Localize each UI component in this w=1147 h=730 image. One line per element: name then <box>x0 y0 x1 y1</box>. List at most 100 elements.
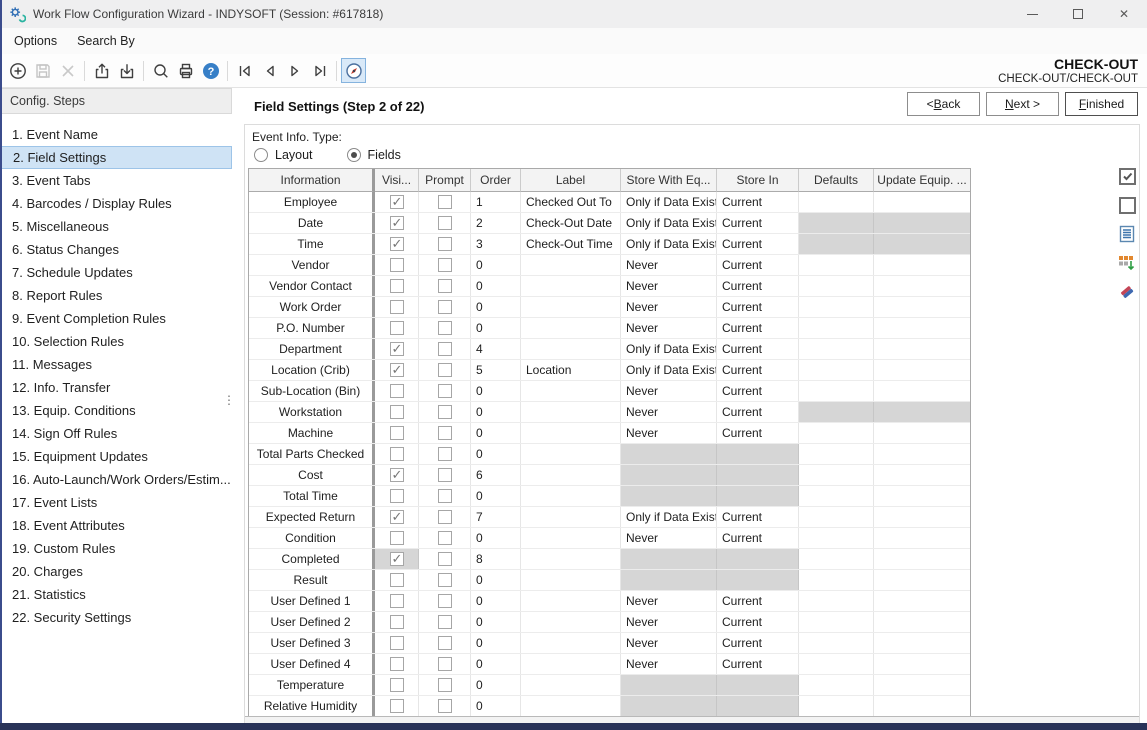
label-cell[interactable] <box>521 297 621 317</box>
update-equip-cell[interactable] <box>874 528 970 548</box>
visible-cell[interactable] <box>375 549 419 569</box>
visible-checkbox[interactable] <box>390 405 404 419</box>
info-cell[interactable]: Location (Crib) <box>249 360 375 380</box>
maximize-button[interactable] <box>1055 0 1101 28</box>
store-in-cell[interactable] <box>717 570 799 590</box>
update-equip-cell[interactable] <box>874 234 970 254</box>
defaults-cell[interactable] <box>799 276 874 296</box>
defaults-cell[interactable] <box>799 675 874 695</box>
sidebar-item[interactable]: 7. Schedule Updates <box>0 261 232 284</box>
help-icon[interactable]: ? <box>198 58 223 83</box>
prompt-checkbox[interactable] <box>438 447 452 461</box>
sidebar-item[interactable]: 5. Miscellaneous <box>0 215 232 238</box>
update-equip-cell[interactable] <box>874 318 970 338</box>
store-in-cell[interactable] <box>717 465 799 485</box>
defaults-cell[interactable] <box>799 486 874 506</box>
sidebar-item[interactable]: 19. Custom Rules <box>0 537 232 560</box>
update-equip-cell[interactable] <box>874 654 970 674</box>
info-cell[interactable]: Work Order <box>249 297 375 317</box>
prompt-cell[interactable] <box>419 444 471 464</box>
defaults-cell[interactable] <box>799 654 874 674</box>
defaults-cell[interactable] <box>799 360 874 380</box>
prompt-checkbox[interactable] <box>438 237 452 251</box>
prompt-checkbox[interactable] <box>438 426 452 440</box>
order-cell[interactable]: 0 <box>471 696 521 716</box>
check-all-icon[interactable] <box>1117 166 1137 186</box>
visible-checkbox[interactable] <box>390 447 404 461</box>
prompt-checkbox[interactable] <box>438 573 452 587</box>
store-with-eq-cell[interactable]: Only if Data Exists <box>621 192 717 212</box>
order-cell[interactable]: 0 <box>471 444 521 464</box>
store-with-eq-cell[interactable]: Never <box>621 255 717 275</box>
sidebar-item[interactable]: 20. Charges <box>0 560 232 583</box>
info-cell[interactable]: User Defined 3 <box>249 633 375 653</box>
order-cell[interactable]: 4 <box>471 339 521 359</box>
info-cell[interactable]: Relative Humidity <box>249 696 375 716</box>
store-in-cell[interactable]: Current <box>717 318 799 338</box>
nav-previous-icon[interactable] <box>257 58 282 83</box>
update-equip-cell[interactable] <box>874 507 970 527</box>
visible-checkbox[interactable] <box>390 279 404 293</box>
splitter-handle[interactable]: ⋮ <box>223 395 235 405</box>
prompt-cell[interactable] <box>419 612 471 632</box>
prompt-cell[interactable] <box>419 318 471 338</box>
label-cell[interactable] <box>521 402 621 422</box>
store-with-eq-cell[interactable]: Never <box>621 633 717 653</box>
prompt-checkbox[interactable] <box>438 342 452 356</box>
defaults-cell[interactable] <box>799 633 874 653</box>
order-cell[interactable]: 0 <box>471 381 521 401</box>
order-cell[interactable]: 2 <box>471 213 521 233</box>
info-cell[interactable]: Machine <box>249 423 375 443</box>
order-cell[interactable]: 0 <box>471 633 521 653</box>
prompt-checkbox[interactable] <box>438 363 452 377</box>
defaults-cell[interactable] <box>799 696 874 716</box>
nav-last-icon[interactable] <box>307 58 332 83</box>
prompt-cell[interactable] <box>419 528 471 548</box>
store-with-eq-cell[interactable] <box>621 570 717 590</box>
prompt-cell[interactable] <box>419 423 471 443</box>
update-equip-cell[interactable] <box>874 297 970 317</box>
update-equip-cell[interactable] <box>874 486 970 506</box>
prompt-cell[interactable] <box>419 276 471 296</box>
visible-cell[interactable] <box>375 192 419 212</box>
label-cell[interactable] <box>521 507 621 527</box>
store-in-cell[interactable] <box>717 549 799 569</box>
info-cell[interactable]: Total Parts Checked <box>249 444 375 464</box>
order-cell[interactable]: 0 <box>471 276 521 296</box>
update-equip-cell[interactable] <box>874 381 970 401</box>
sidebar-item[interactable]: 9. Event Completion Rules <box>0 307 232 330</box>
visible-checkbox[interactable] <box>390 594 404 608</box>
sidebar-item[interactable]: 22. Security Settings <box>0 606 232 629</box>
uncheck-all-icon[interactable] <box>1117 195 1137 215</box>
defaults-cell[interactable] <box>799 528 874 548</box>
sidebar-item[interactable]: 14. Sign Off Rules <box>0 422 232 445</box>
visible-checkbox[interactable] <box>390 216 404 230</box>
store-with-eq-cell[interactable]: Only if Data Exists <box>621 360 717 380</box>
visible-checkbox[interactable] <box>390 300 404 314</box>
sidebar-item[interactable]: 18. Event Attributes <box>0 514 232 537</box>
order-cell[interactable]: 0 <box>471 675 521 695</box>
info-cell[interactable]: Date <box>249 213 375 233</box>
order-cell[interactable]: 0 <box>471 255 521 275</box>
prompt-checkbox[interactable] <box>438 468 452 482</box>
defaults-cell[interactable] <box>799 612 874 632</box>
prompt-cell[interactable] <box>419 402 471 422</box>
info-cell[interactable]: Completed <box>249 549 375 569</box>
store-with-eq-cell[interactable] <box>621 675 717 695</box>
store-with-eq-cell[interactable] <box>621 549 717 569</box>
visible-cell[interactable] <box>375 276 419 296</box>
label-cell[interactable] <box>521 633 621 653</box>
visible-cell[interactable] <box>375 234 419 254</box>
print-icon[interactable] <box>173 58 198 83</box>
order-cell[interactable]: 3 <box>471 234 521 254</box>
store-in-cell[interactable]: Current <box>717 591 799 611</box>
defaults-cell[interactable] <box>799 549 874 569</box>
label-cell[interactable]: Checked Out To <box>521 192 621 212</box>
horizontal-scrollbar[interactable] <box>245 716 1139 723</box>
visible-checkbox[interactable] <box>390 363 404 377</box>
label-cell[interactable] <box>521 486 621 506</box>
label-cell[interactable]: Check-Out Time <box>521 234 621 254</box>
visible-cell[interactable] <box>375 696 419 716</box>
store-in-cell[interactable]: Current <box>717 360 799 380</box>
prompt-cell[interactable] <box>419 360 471 380</box>
